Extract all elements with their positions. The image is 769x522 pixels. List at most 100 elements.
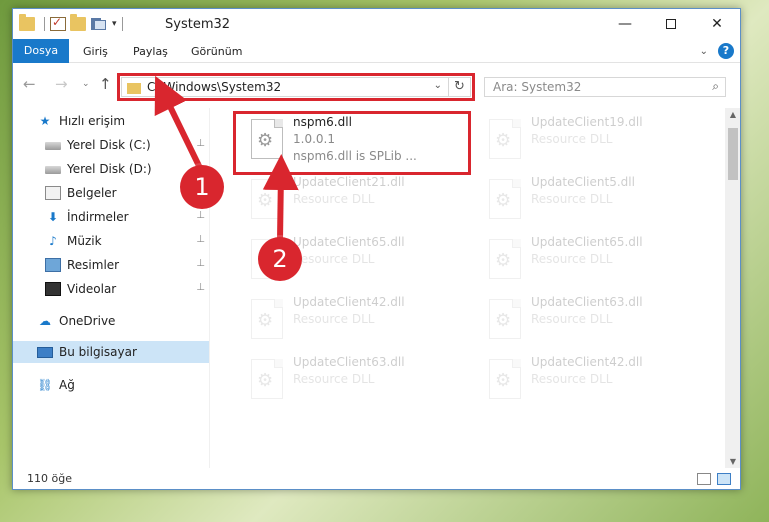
sidebar-item-music[interactable]: ♪ Müzik ⊥	[13, 230, 209, 252]
details-view-icon[interactable]	[697, 473, 711, 485]
dll-file-icon	[489, 119, 521, 159]
recent-locations-icon[interactable]: ⌄	[82, 79, 90, 89]
tab-view[interactable]: Görünüm	[191, 43, 242, 61]
dll-file-icon	[489, 179, 521, 219]
network-icon: ⛓	[37, 378, 53, 392]
properties-check-icon[interactable]	[50, 15, 66, 31]
tab-share[interactable]: Paylaş	[133, 43, 168, 61]
pictures-icon	[45, 258, 61, 272]
navigation-pane: ★ Hızlı erişim Yerel Disk (C:) ⊥ Yerel D…	[13, 108, 209, 468]
music-icon: ♪	[49, 234, 57, 248]
folder-icon	[19, 14, 35, 31]
forward-button[interactable]: →	[55, 75, 68, 93]
file-description: Resource DLL	[293, 372, 375, 386]
search-input[interactable]	[493, 78, 703, 96]
pin-icon: ⊥	[196, 282, 205, 293]
file-name: UpdateClient5.dll	[531, 175, 635, 189]
search-box[interactable]: ⌕	[484, 77, 726, 97]
step-1-badge: 1	[180, 165, 224, 209]
list-item[interactable]: UpdateClient21.dll Resource DLL	[231, 173, 467, 227]
quick-access-toolbar: ▾	[19, 14, 128, 32]
back-button[interactable]: ←	[23, 75, 36, 93]
dll-file-icon	[251, 359, 283, 399]
sidebar-item-label: Belgeler	[67, 186, 117, 200]
sidebar-item-pictures[interactable]: Resimler ⊥	[13, 254, 209, 276]
list-item[interactable]: UpdateClient63.dll Resource DLL	[469, 293, 705, 347]
pin-icon: ⊥	[196, 210, 205, 221]
help-icon[interactable]: ?	[718, 43, 734, 59]
new-folder-icon[interactable]	[70, 14, 86, 31]
sidebar-item-label: Bu bilgisayar	[59, 345, 137, 359]
sidebar-item-videos[interactable]: Videolar ⊥	[13, 278, 209, 300]
list-item[interactable]: UpdateClient5.dll Resource DLL	[469, 173, 705, 227]
scroll-thumb[interactable]	[728, 128, 738, 180]
navigation-bar: ← → ⌄ ↑ C:\Windows\System32 ⌄ ↻ ⌕	[13, 64, 740, 106]
sidebar-item-onedrive[interactable]: ☁ OneDrive	[13, 310, 209, 332]
expand-ribbon-icon[interactable]: ⌄	[700, 46, 708, 57]
disk-icon	[45, 142, 61, 150]
file-description: Resource DLL	[531, 312, 613, 326]
dll-file-icon	[489, 359, 521, 399]
pin-icon: ⊥	[196, 234, 205, 245]
view-properties-icon[interactable]	[90, 17, 106, 31]
up-button[interactable]: ↑	[99, 75, 112, 93]
file-name: UpdateClient19.dll	[531, 115, 643, 129]
file-description: Resource DLL	[531, 192, 613, 206]
file-highlight	[233, 111, 471, 175]
sidebar-item-quick-access[interactable]: ★ Hızlı erişim	[13, 110, 209, 132]
search-icon[interactable]: ⌕	[712, 79, 719, 94]
file-name: UpdateClient21.dll	[293, 175, 405, 189]
close-button[interactable]: ✕	[694, 9, 740, 39]
sidebar-item-local-disk-c[interactable]: Yerel Disk (C:) ⊥	[13, 134, 209, 156]
download-icon: ⬇	[47, 210, 59, 224]
file-description: Resource DLL	[293, 252, 375, 266]
sidebar-item-network[interactable]: ⛓ Ağ	[13, 374, 209, 396]
pane-divider[interactable]	[209, 108, 210, 468]
file-description: Resource DLL	[293, 192, 375, 206]
dll-file-icon	[251, 179, 283, 219]
file-name: UpdateClient63.dll	[293, 355, 405, 369]
list-item[interactable]: UpdateClient42.dll Resource DLL	[231, 293, 467, 347]
minimize-button[interactable]: —	[602, 9, 648, 39]
vertical-scrollbar[interactable]: ▲ ▼	[725, 108, 740, 468]
list-item[interactable]: UpdateClient63.dll Resource DLL	[231, 353, 467, 407]
video-icon	[45, 282, 61, 296]
sidebar-item-label: Müzik	[67, 234, 102, 248]
disk-icon	[45, 166, 61, 174]
sidebar-item-label: İndirmeler	[67, 210, 129, 224]
dll-file-icon	[251, 299, 283, 339]
file-name: UpdateClient63.dll	[531, 295, 643, 309]
list-item[interactable]: UpdateClient19.dll Resource DLL	[469, 113, 705, 167]
title-bar: ▾ System32 — ✕	[13, 9, 740, 39]
file-name: UpdateClient65.dll	[293, 235, 405, 249]
cloud-icon: ☁	[39, 314, 51, 328]
sidebar-item-local-disk-d[interactable]: Yerel Disk (D:)	[13, 158, 209, 180]
sidebar-item-label: Yerel Disk (D:)	[67, 162, 152, 176]
tab-home[interactable]: Giriş	[83, 43, 108, 61]
sidebar-item-this-pc[interactable]: Bu bilgisayar	[13, 341, 209, 363]
large-icons-view-icon[interactable]	[717, 473, 731, 485]
computer-icon	[37, 346, 53, 358]
ribbon: Dosya Giriş Paylaş Görünüm ⌄ ?	[13, 39, 740, 63]
item-count: 110 öğe	[27, 472, 72, 485]
list-item[interactable]: UpdateClient65.dll Resource DLL	[469, 233, 705, 287]
scroll-down-icon[interactable]: ▼	[725, 457, 740, 466]
sidebar-item-downloads[interactable]: ⬇ İndirmeler ⊥	[13, 206, 209, 228]
star-icon: ★	[39, 114, 51, 128]
step-2-badge: 2	[258, 237, 302, 281]
address-bar-highlight	[117, 73, 475, 101]
file-description: Resource DLL	[293, 312, 375, 326]
customize-toolbar-dropdown-icon[interactable]: ▾	[112, 19, 117, 29]
tab-file[interactable]: Dosya	[13, 39, 69, 63]
sidebar-item-label: Videolar	[67, 282, 117, 296]
scroll-up-icon[interactable]: ▲	[725, 110, 740, 119]
file-name: UpdateClient65.dll	[531, 235, 643, 249]
sidebar-item-label: Yerel Disk (C:)	[67, 138, 151, 152]
list-item[interactable]: UpdateClient42.dll Resource DLL	[469, 353, 705, 407]
file-name: UpdateClient42.dll	[531, 355, 643, 369]
maximize-button[interactable]	[648, 9, 694, 39]
maximize-icon	[666, 19, 676, 29]
dll-file-icon	[489, 239, 521, 279]
file-description: Resource DLL	[531, 252, 613, 266]
toolbar-separator	[44, 17, 45, 31]
